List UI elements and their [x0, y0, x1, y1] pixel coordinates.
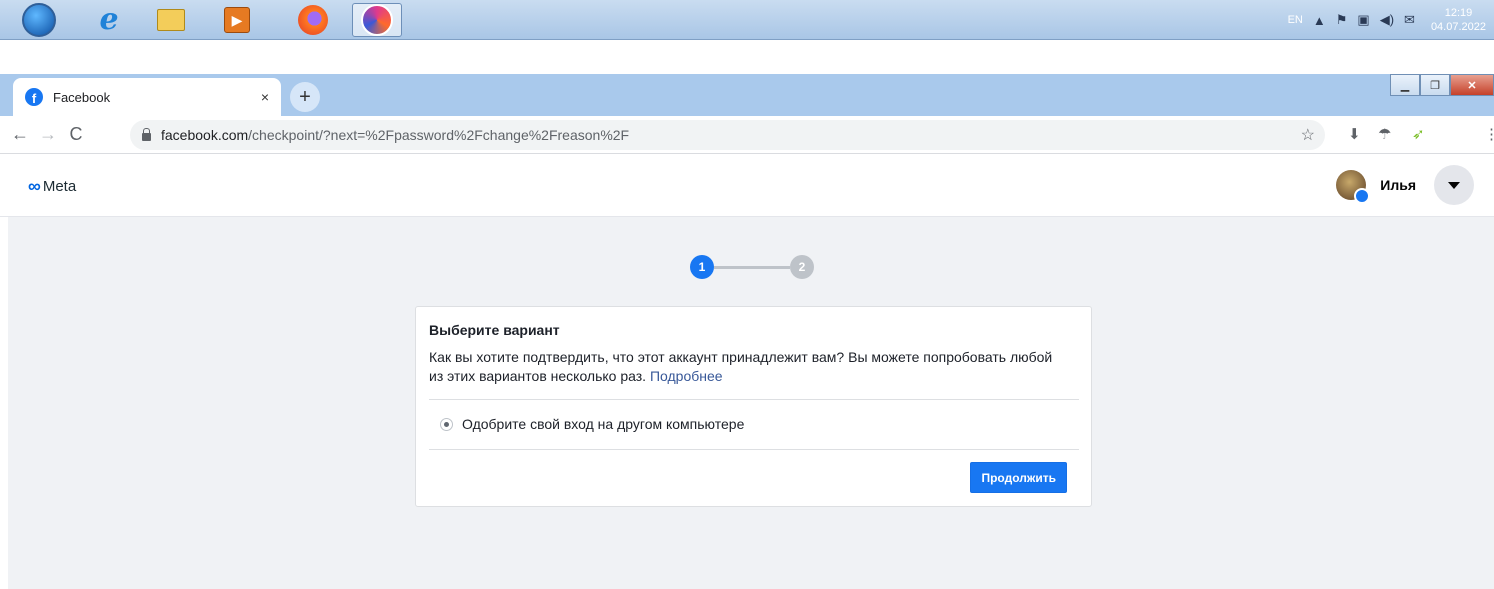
bookmark-star-icon[interactable]: ☆	[1301, 125, 1315, 145]
account-menu-button[interactable]	[1434, 165, 1474, 205]
url-host: facebook.com	[161, 127, 249, 143]
browser-menu-icon[interactable]: ⋮	[1484, 125, 1494, 143]
network-icon[interactable]: ▣	[1357, 12, 1369, 28]
tab-title: Facebook	[53, 89, 111, 105]
card-title: Выберите вариант	[429, 322, 560, 338]
meta-infinity-icon: ∞	[28, 176, 41, 196]
minimize-icon[interactable]: ▁	[1390, 74, 1420, 96]
tray-expand-icon[interactable]: ▲	[1313, 13, 1326, 28]
clock-date: 04.07.2022	[1430, 21, 1486, 33]
start-button[interactable]	[14, 3, 64, 37]
window-controls: ▁ ❐ ✕	[1390, 74, 1494, 96]
close-window-icon[interactable]: ✕	[1450, 74, 1494, 96]
avatar[interactable]	[1336, 170, 1371, 204]
restore-icon[interactable]: ❐	[1420, 74, 1450, 96]
tab-facebook[interactable]: f Facebook ×	[13, 78, 281, 116]
meta-logo-text: Meta	[42, 177, 77, 195]
option-radio[interactable]	[440, 417, 453, 431]
divider-bottom	[429, 449, 1079, 450]
forward-icon[interactable]: →	[34, 124, 62, 145]
meta-logo[interactable]: ∞ Meta	[28, 177, 76, 195]
tab-strip: f Facebook × + ▁ ❐ ✕	[0, 74, 1494, 116]
clock-time: 12:19	[1444, 7, 1473, 19]
facebook-favicon-icon: f	[25, 88, 43, 106]
continue-button[interactable]: Продолжить	[970, 462, 1067, 493]
swirl-browser-icon	[361, 4, 393, 36]
address-bar[interactable]: facebook.com/checkpoint/?next=%2Fpasswor…	[130, 120, 1325, 150]
taskbar-firefox-button[interactable]	[288, 3, 338, 37]
card-description-text: Как вы хотите подтвердить, что этот акка…	[429, 349, 1053, 384]
caret-down-icon	[1448, 181, 1460, 189]
card-description: Как вы хотите подтвердить, что этот акка…	[429, 348, 1069, 386]
volume-icon[interactable]: ◀)	[1380, 12, 1394, 28]
action-center-icon[interactable]: ⚑	[1336, 12, 1348, 28]
radio-selected-dot	[444, 421, 449, 427]
user-name[interactable]: Илья	[1380, 177, 1416, 193]
taskbar-browser-button[interactable]	[352, 3, 402, 37]
divider-top	[429, 399, 1079, 400]
taskbar-media-button[interactable]: ▶	[212, 3, 262, 37]
extension-umbrella-icon[interactable]: ☂	[1378, 125, 1391, 143]
verification-card: Выберите вариант Как вы хотите подтверди…	[415, 306, 1092, 507]
taskbar-ie-button[interactable]: e	[84, 3, 134, 37]
step-1: 1	[690, 255, 714, 279]
lock-icon[interactable]	[142, 127, 151, 141]
system-tray: EN ▲ ⚑ ▣ ◀) ✉ 12:19 04.07.2022	[1288, 0, 1494, 40]
back-icon[interactable]: ←	[6, 124, 34, 145]
internet-explorer-icon: e	[99, 2, 119, 37]
extension-leaf-icon[interactable]: ➶	[1412, 125, 1425, 143]
new-tab-button[interactable]: +	[290, 82, 320, 112]
browser-toolbar: ← → C facebook.com/checkpoint/?next=%2Fp…	[0, 116, 1494, 154]
url-path: /checkpoint/?next=%2Fpassword%2Fchange%2…	[248, 127, 630, 143]
tab-close-icon[interactable]: ×	[261, 89, 269, 105]
file-explorer-icon	[157, 9, 185, 31]
language-indicator[interactable]: EN	[1288, 14, 1303, 26]
taskbar-explorer-button[interactable]	[146, 3, 196, 37]
firefox-icon	[298, 5, 328, 35]
clock[interactable]: 12:19 04.07.2022	[1431, 6, 1486, 34]
user-menu: Илья	[1336, 165, 1474, 205]
download-icon[interactable]: ⬇	[1348, 125, 1361, 143]
stepper: 1 2	[690, 255, 814, 279]
fb-header: ∞ Meta Илья	[0, 155, 1494, 217]
option-approve-login[interactable]: Одобрите свой вход на другом компьютере	[440, 416, 744, 432]
step-2: 2	[790, 255, 814, 279]
tray-app-icon[interactable]: ✉	[1404, 12, 1415, 28]
learn-more-link[interactable]: Подробнее	[650, 368, 723, 384]
facebook-badge-icon	[1354, 188, 1371, 204]
media-player-icon: ▶	[224, 7, 250, 33]
step-connector	[714, 265, 790, 269]
windows-start-icon	[22, 3, 56, 37]
reload-icon[interactable]: C	[62, 124, 90, 145]
option-label: Одобрите свой вход на другом компьютере	[462, 416, 745, 432]
windows-taskbar: e ▶ EN ▲ ⚑ ▣ ◀) ✉ 12:19 04.07.2022	[0, 0, 1494, 40]
